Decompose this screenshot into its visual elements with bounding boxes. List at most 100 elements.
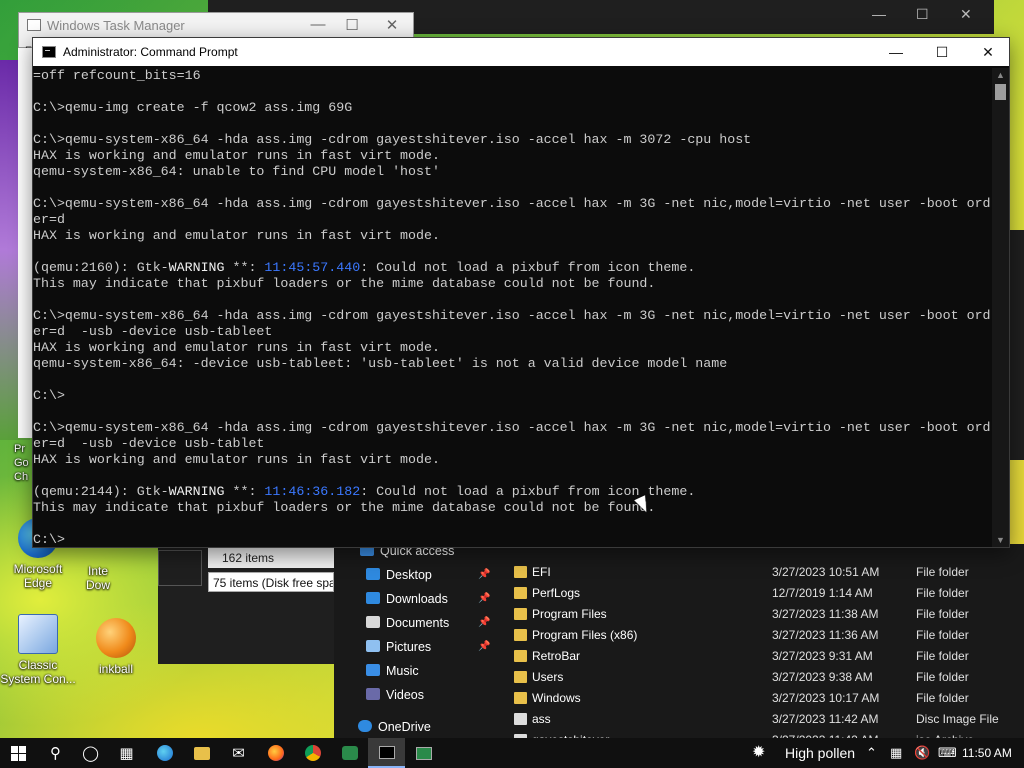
start-icon (11, 745, 26, 761)
pin-icon: 📌 (478, 641, 491, 652)
taskbar-app[interactable] (331, 738, 368, 768)
search-button[interactable]: ⚲ (37, 738, 74, 768)
disc-image-icon (514, 713, 527, 725)
nav-item-videos[interactable]: Videos (366, 684, 424, 706)
nav-item-documents[interactable]: Documents 📌 (366, 612, 490, 634)
videos-folder-icon (366, 688, 380, 700)
desktop-folder-icon (366, 568, 380, 580)
maximize-icon[interactable]: ☐ (337, 16, 367, 34)
minimize-button[interactable]: — (873, 38, 919, 66)
taskbar-task-manager[interactable] (405, 738, 442, 768)
file-row[interactable]: ass 3/27/2023 11:42 AM Disc Image File (510, 709, 1024, 730)
console-line: HAX is working and emulator runs in fast… (33, 228, 440, 243)
taskbar-mail[interactable]: ✉ (220, 738, 257, 768)
firefox-icon (267, 745, 284, 761)
console-line: =off refcount_bits=16 (33, 68, 201, 83)
task-view-button[interactable]: ▦ (108, 738, 145, 768)
command-prompt-window[interactable]: Administrator: Command Prompt — ☐ ✕ =off… (32, 37, 1010, 548)
file-row[interactable]: PerfLogs 12/7/2019 1:14 AM File folder (510, 583, 1024, 604)
maximize-icon[interactable]: ☐ (916, 6, 929, 23)
clock[interactable]: 11:50 AM (962, 738, 1012, 768)
explorer-window-small[interactable]: 162 items 75 items (Disk free spac (158, 548, 334, 664)
weather-icon[interactable]: ✹ (752, 738, 765, 768)
folder-icon (514, 587, 527, 599)
console-line: This may indicate that pixbuf loaders or… (33, 276, 656, 291)
close-icon[interactable]: ✕ (377, 16, 407, 34)
command-prompt-titlebar[interactable]: Administrator: Command Prompt — ☐ ✕ (33, 38, 1009, 66)
mail-icon: ✉ (232, 745, 245, 762)
close-button[interactable]: ✕ (965, 38, 1011, 66)
explorer-thumbnail (158, 550, 202, 586)
scroll-down-icon[interactable]: ▼ (996, 535, 1005, 545)
console-scrollbar[interactable]: ▲ ▼ (992, 68, 1009, 547)
volume-mute-icon[interactable]: 🔇 (914, 738, 930, 768)
desktop-icon-label: inkball (98, 662, 134, 676)
taskbar-edge[interactable] (146, 738, 183, 768)
maximize-button[interactable]: ☐ (919, 38, 965, 66)
file-row[interactable]: Windows 3/27/2023 10:17 AM File folder (510, 688, 1024, 709)
control-panel-icon (18, 614, 58, 654)
pictures-folder-icon (366, 640, 380, 652)
desktop-icon-label: Classic System Con... (0, 658, 76, 686)
chevron-up-icon[interactable]: ⌃ (866, 738, 877, 768)
console-line: er=d -usb -device usb-tablet (33, 436, 265, 451)
pin-icon: 📌 (478, 617, 491, 628)
task-manager-title: Windows Task Manager (47, 18, 185, 33)
scroll-up-icon[interactable]: ▲ (996, 70, 1005, 80)
scrollbar-thumb[interactable] (995, 84, 1006, 100)
nav-item-music[interactable]: Music (366, 660, 419, 682)
minimize-icon[interactable]: — (872, 6, 886, 22)
close-icon[interactable]: ✕ (960, 6, 972, 23)
start-button[interactable] (0, 738, 37, 768)
file-row[interactable]: RetroBar 3/27/2023 9:31 AM File folder (510, 646, 1024, 667)
nav-item-pictures[interactable]: Pictures 📌 (366, 636, 490, 658)
desktop-icon-control-panel[interactable]: Classic System Con... (0, 614, 76, 686)
music-folder-icon (366, 664, 380, 676)
desktop-icon-inkball[interactable]: inkball (78, 618, 154, 676)
taskbar-firefox[interactable] (257, 738, 294, 768)
documents-folder-icon (366, 616, 380, 628)
nav-item-downloads[interactable]: Downloads 📌 (366, 588, 490, 610)
folder-icon (514, 566, 527, 578)
weather-text[interactable]: High pollen (785, 738, 855, 768)
task-manager-icon (27, 19, 41, 31)
cortana-icon: ◯ (82, 745, 99, 762)
command-prompt-icon (42, 46, 56, 58)
console-line: C:\>qemu-system-x86_64 -hda ass.img -cdr… (33, 420, 991, 435)
taskbar-file-explorer[interactable] (183, 738, 220, 768)
pin-icon: 📌 (478, 593, 491, 604)
folder-icon (514, 629, 527, 641)
file-row[interactable]: Program Files (x86) 3/27/2023 11:36 AM Fil… (510, 625, 1024, 646)
minimize-icon[interactable]: — (303, 16, 333, 33)
task-manager-body (18, 48, 32, 438)
file-row[interactable]: EFI 3/27/2023 10:51 AM File folder (510, 562, 1024, 583)
nav-item-onedrive[interactable]: OneDrive (358, 716, 431, 738)
inkball-icon (96, 618, 136, 658)
file-explorer-icon (193, 746, 210, 760)
desktop-icon-label: Microsoft Edge (13, 562, 63, 590)
onedrive-icon (358, 720, 372, 732)
console-output[interactable]: =off refcount_bits=16 C:\>qemu-img create… (33, 68, 993, 546)
folder-icon (514, 650, 527, 662)
language-icon[interactable]: ⌨ (938, 738, 957, 768)
navigation-pane: Quick access Desktop 📌 Downloads 📌 Docum… (334, 544, 494, 740)
taskbar-chrome[interactable] (294, 738, 331, 768)
console-line: (qemu:2144): Gtk-WARNING **: 11:46:36.18… (33, 484, 696, 499)
console-line: C:\>qemu-system-x86_64 -hda ass.img -cdr… (33, 196, 991, 211)
file-explorer-window[interactable]: Quick access Desktop 📌 Downloads 📌 Docum… (334, 544, 1024, 747)
network-icon[interactable]: ▦ (890, 738, 902, 768)
file-row[interactable]: Program Files 3/27/2023 11:38 AM File fold… (510, 604, 1024, 625)
background-window-edge (1010, 230, 1024, 460)
nav-item-desktop[interactable]: Desktop 📌 (366, 564, 490, 586)
console-line: (qemu:2160): Gtk-WARNING **: 11:45:57.44… (33, 260, 696, 275)
taskbar-command-prompt[interactable] (368, 738, 405, 768)
file-row[interactable]: Users 3/27/2023 9:38 AM File folder (510, 667, 1024, 688)
cortana-button[interactable]: ◯ (72, 738, 109, 768)
console-line: qemu-system-x86_64: unable to find CPU m… (33, 164, 440, 179)
chrome-icon (304, 745, 321, 761)
